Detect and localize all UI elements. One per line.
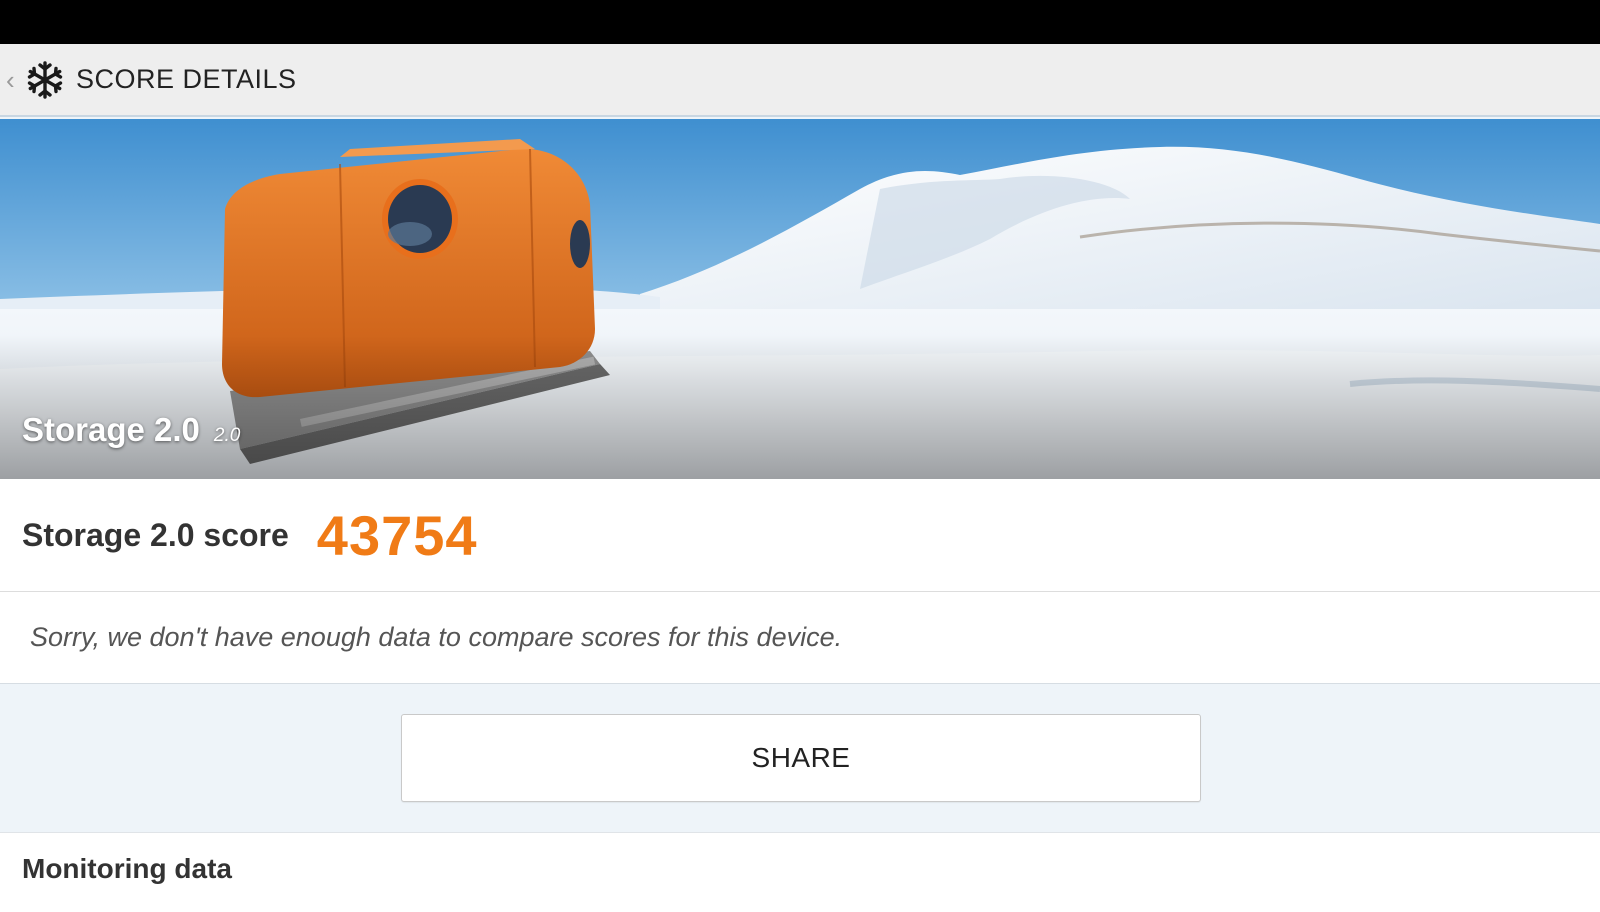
banner-title: Storage 2.0 2.0 — [22, 411, 240, 449]
snowflake-icon[interactable] — [24, 59, 66, 101]
score-label: Storage 2.0 score — [22, 516, 289, 553]
test-banner: Storage 2.0 2.0 — [0, 119, 1600, 479]
status-bar — [0, 0, 1600, 44]
compare-card: Sorry, we don't have enough data to comp… — [0, 592, 1600, 684]
action-bar: ‹ SCORE DETAILS — [0, 44, 1600, 117]
screen-title: SCORE DETAILS — [76, 64, 297, 94]
monitoring-card: Monitoring data — [0, 832, 1600, 912]
score-value: 43754 — [316, 503, 478, 567]
compare-message: Sorry, we don't have enough data to comp… — [30, 622, 843, 652]
score-card: Storage 2.0 score 43754 — [0, 479, 1600, 592]
monitoring-title: Monitoring data — [22, 853, 232, 884]
chevron-left-icon[interactable]: ‹ — [6, 67, 24, 93]
share-button[interactable]: SHARE — [401, 714, 1201, 802]
test-name: Storage 2.0 — [22, 411, 200, 448]
test-version: 2.0 — [213, 425, 241, 446]
